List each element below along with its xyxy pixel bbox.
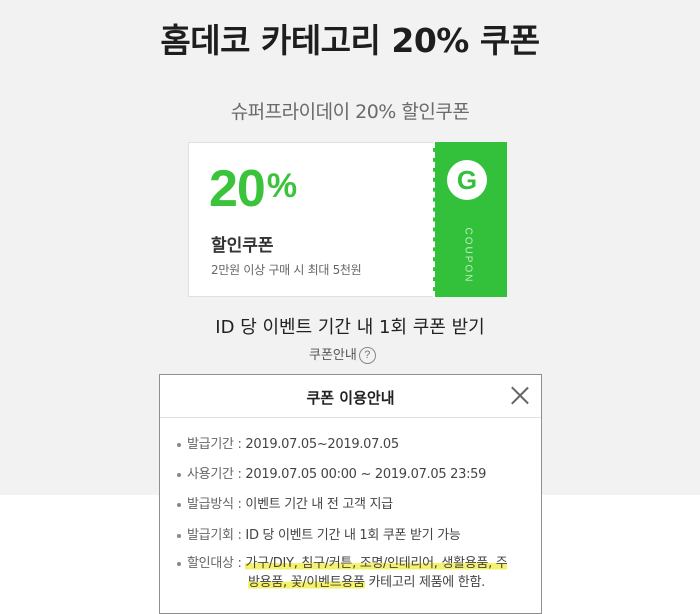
popup-header: 쿠폰 이용안내 [160,375,541,418]
coupon-card[interactable]: 20% 할인쿠폰 2만원 이상 구매 시 최대 5천원 [188,142,434,297]
coupon-download-stub[interactable]: G COUPON [433,142,507,297]
bullet-icon [177,472,181,477]
popup-title: 쿠폰 이용안내 [306,389,395,407]
event-note: ID 당 이벤트 기간 내 1회 쿠폰 받기 [215,317,485,338]
info-row-discount-target-cont: 방용품, 꽃/이벤트용품 카테고리 제품에 한함. [248,575,485,590]
coupon-stub-label: COUPON [462,227,474,284]
info-row-discount-target: 할인대상 : 가구/DIY, 침구/커튼, 조명/인테리어, 생활용품, 주 [177,552,508,571]
info-row-issue-method: 발급방식 : 이벤트 기간 내 전 고객 지급 [177,493,393,512]
highlighted-categories: 가구/DIY, 침구/커튼, 조명/인테리어, 생활용품, 주 [245,556,508,571]
info-row-issue-period: 발급기간 : 2019.07.05~2019.07.05 [177,433,399,452]
highlighted-categories-cont: 방용품, 꽃/이벤트용품 [248,575,365,590]
coupon-discount-value: 20% [209,160,297,218]
coupon-guide-label: 쿠폰안내 [309,348,357,363]
info-row-issue-chance: 발급기회 : ID 당 이벤트 기간 내 1회 쿠폰 받기 가능 [177,524,461,543]
bullet-icon [177,502,181,507]
coupon-guide-link[interactable]: 쿠폰안내? [309,344,376,364]
close-icon[interactable] [509,384,531,406]
coupon-subtitle: 슈퍼프라이데이 20% 할인쿠폰 [230,101,470,123]
info-row-use-period: 사용기간 : 2019.07.05 00:00 ~ 2019.07.05 23:… [177,463,486,482]
page-title: 홈데코 카테고리 20% 쿠폰 [160,21,540,60]
bullet-icon [177,533,181,538]
question-icon: ? [358,347,376,364]
coupon-name: 할인쿠폰 [211,236,274,256]
g-logo-icon: G [447,160,487,200]
bullet-icon [177,561,181,566]
bullet-icon [177,442,181,447]
coupon-condition: 2만원 이상 구매 시 최대 5천원 [211,263,362,277]
